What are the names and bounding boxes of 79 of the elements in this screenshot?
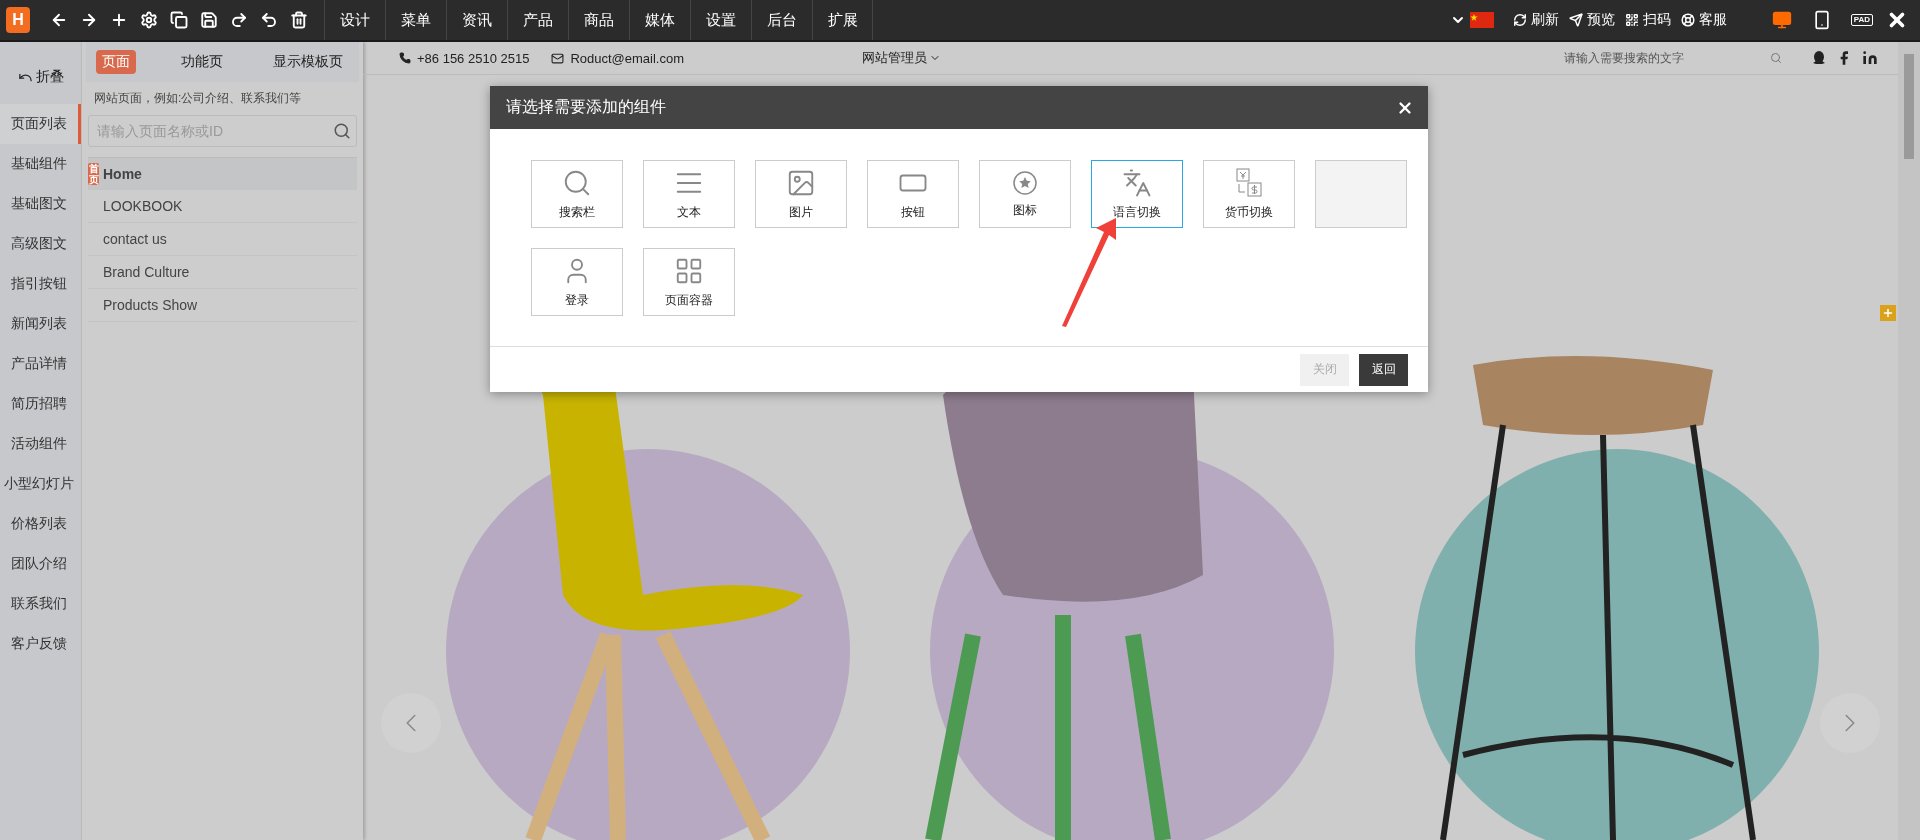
save-icon (200, 11, 218, 29)
penguin-icon[interactable] (1812, 50, 1826, 66)
star-circle-icon (1012, 169, 1038, 196)
panel-tab[interactable]: 功能页 (174, 50, 229, 74)
menu-item[interactable]: 产品 (507, 0, 568, 40)
menu-item[interactable]: 扩展 (812, 0, 873, 40)
component-tile[interactable]: 文本 (643, 160, 735, 228)
redo-icon (230, 11, 248, 29)
menu-item[interactable]: 媒体 (629, 0, 690, 40)
component-tile[interactable]: 语言切换 (1091, 160, 1183, 228)
fold-button[interactable]: 折叠 (0, 50, 81, 104)
refresh-icon (1513, 13, 1527, 27)
rail-item[interactable]: 指引按钮 (0, 264, 81, 304)
lifebuoy-icon (1681, 13, 1695, 27)
copy-icon (170, 11, 188, 29)
undo-icon (260, 11, 278, 29)
panel-tab[interactable]: 显示模板页 (267, 50, 349, 74)
rail-item[interactable]: 高级图文 (0, 224, 81, 264)
rail-item[interactable]: 基础组件 (0, 144, 81, 184)
component-tile[interactable]: 登录 (531, 248, 623, 316)
pad-view-button[interactable]: PAD (1842, 4, 1882, 36)
search-icon (1770, 52, 1782, 64)
scrollbar-thumb[interactable] (1904, 54, 1914, 159)
home-badge: 首页 (88, 163, 99, 185)
support-button[interactable]: 客服 (1676, 11, 1732, 29)
phone-text: +86 156 2510 2515 (399, 50, 530, 66)
rail-item[interactable]: 产品详情 (0, 344, 81, 384)
component-tile[interactable]: 搜索栏 (531, 160, 623, 228)
menu-item[interactable]: 设计 (324, 0, 385, 40)
phone-icon (1812, 10, 1832, 30)
menu-item[interactable]: 资讯 (446, 0, 507, 40)
monitor-icon (1772, 10, 1792, 30)
scrollbar[interactable] (1898, 42, 1920, 840)
component-tile[interactable]: 货币切换 (1203, 160, 1295, 228)
menu-item[interactable]: 菜单 (385, 0, 446, 40)
component-tile[interactable]: 按钮 (867, 160, 959, 228)
page-item[interactable]: contact us (88, 223, 357, 256)
page-item[interactable]: LOOKBOOK (88, 190, 357, 223)
menu-item[interactable]: 后台 (751, 0, 812, 40)
rail-item[interactable]: 客户反馈 (0, 624, 81, 664)
email-text: Roduct@email.com (551, 50, 685, 66)
component-tile[interactable]: 页面容器 (643, 248, 735, 316)
dialog-button[interactable]: 返回 (1359, 353, 1408, 386)
rail-item[interactable]: 价格列表 (0, 504, 81, 544)
rail-item[interactable]: 简历招聘 (0, 384, 81, 424)
translate-icon (1122, 167, 1152, 198)
plus-icon (1882, 307, 1894, 319)
plus-icon (110, 11, 128, 29)
panel-hint: 网站页面，例如:公司介绍、联系我们等 (93, 90, 303, 107)
menu-item[interactable]: 商品 (568, 0, 629, 40)
preview-button[interactable]: 预览 (1564, 11, 1620, 29)
rail-item[interactable]: 新闻列表 (0, 304, 81, 344)
rail-item[interactable]: 基础图文 (0, 184, 81, 224)
component-tile[interactable]: 图标 (979, 160, 1071, 228)
paper-plane-icon (1569, 13, 1583, 27)
settings-icon (140, 11, 158, 29)
mail-icon (551, 51, 565, 65)
rail-item[interactable]: 活动组件 (0, 424, 81, 464)
page-item[interactable]: Products Show (88, 289, 357, 322)
page-item[interactable]: Brand Culture (88, 256, 357, 289)
rail-item[interactable]: 联系我们 (0, 584, 81, 624)
empty-tile[interactable] (1315, 160, 1407, 228)
search-icon (333, 122, 351, 140)
rail-item[interactable]: 小型幻灯片 (0, 464, 81, 504)
menu-item[interactable]: 设置 (690, 0, 751, 40)
currency-exchange-icon (1234, 167, 1264, 198)
trash-icon (290, 11, 308, 29)
rail-item[interactable]: 团队介绍 (0, 544, 81, 584)
forward-arrow-icon (80, 11, 98, 29)
scan-button[interactable]: 扫码 (1620, 11, 1676, 29)
rail-item[interactable]: 页面列表 (0, 104, 81, 144)
site-search-field[interactable]: 请输入需要搜索的文字 (1562, 50, 1770, 66)
linkedin-icon[interactable] (1862, 50, 1878, 66)
refresh-button[interactable]: 刷新 (1508, 11, 1564, 29)
dialog-title: 请选择需要添加的组件 (506, 97, 666, 117)
qr-code-icon (1625, 13, 1639, 27)
phone-icon (399, 52, 411, 64)
component-tile[interactable]: 图片 (755, 160, 847, 228)
admin-dropdown[interactable]: 网站管理员 (856, 48, 948, 68)
